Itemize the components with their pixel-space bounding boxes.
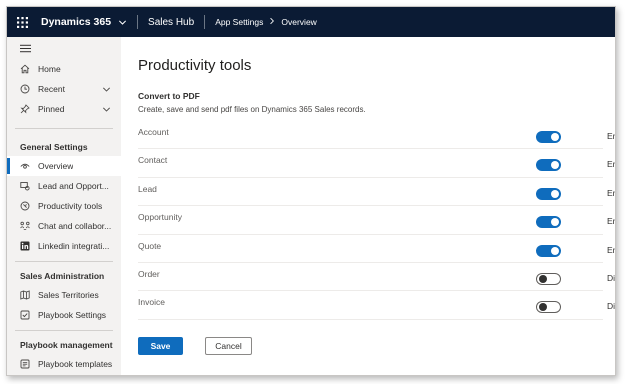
sidebar-item-linkedin[interactable]: Linkedin integrati... xyxy=(7,236,121,256)
section-description: Create, save and send pdf files on Dynam… xyxy=(138,105,366,114)
chevron-down-icon[interactable] xyxy=(102,105,111,116)
toggle-status: Enabled xyxy=(607,159,615,170)
sidebar-item-label: Productivity tools xyxy=(38,201,103,211)
hub-name[interactable]: Sales Hub xyxy=(148,17,194,28)
breadcrumb: App Settings Overview xyxy=(215,17,317,27)
order-toggle[interactable] xyxy=(536,272,561,285)
sidebar-item-label: Playbook templates xyxy=(38,359,113,369)
header-divider xyxy=(204,15,206,29)
account-toggle[interactable] xyxy=(536,131,561,143)
toggle-knob xyxy=(551,133,559,141)
entity-label: Quote xyxy=(138,240,162,251)
home-icon xyxy=(20,64,30,74)
sidebar: Home Recent Pinned General Settings Over… xyxy=(7,37,121,375)
form-actions: Save Cancel xyxy=(138,337,252,355)
sidebar-item-label: Pinned xyxy=(38,104,65,114)
productivity-icon xyxy=(20,201,30,211)
section-title: Convert to PDF xyxy=(138,91,200,101)
opportunity-toggle[interactable] xyxy=(536,216,561,229)
contact-toggle[interactable] xyxy=(536,159,561,172)
sidebar-item-sales-territories[interactable]: Sales Territories xyxy=(7,285,121,305)
breadcrumb-overview: Overview xyxy=(281,17,317,27)
entity-row-order: Order Disabled xyxy=(138,263,615,292)
lead-icon xyxy=(20,181,30,191)
entity-label: Account xyxy=(138,127,169,137)
sidebar-group-sales-administration: Sales Administration xyxy=(20,271,105,281)
toggle-knob xyxy=(551,189,559,198)
cancel-button[interactable]: Cancel xyxy=(205,337,252,355)
toggle-status: Enabled xyxy=(607,216,615,227)
toggle-knob xyxy=(551,246,559,255)
header-divider xyxy=(137,15,139,29)
toggle-status: Enabled xyxy=(607,244,615,255)
sidebar-item-label: Recent xyxy=(38,84,65,94)
toggle-knob xyxy=(551,161,559,170)
sidebar-item-overview[interactable]: Overview xyxy=(7,156,121,176)
breadcrumb-app-settings[interactable]: App Settings xyxy=(215,17,263,27)
toggle-status: Enabled xyxy=(607,187,615,198)
sidebar-item-label: Chat and collabor... xyxy=(38,221,112,231)
hamburger-menu-icon[interactable] xyxy=(7,37,121,59)
entity-row-opportunity: Opportunity Enabled xyxy=(138,206,615,235)
save-button[interactable]: Save xyxy=(138,337,183,355)
entity-label: Invoice xyxy=(138,297,165,308)
sidebar-item-playbook-settings[interactable]: Playbook Settings xyxy=(7,305,121,325)
sidebar-group-playbook-management: Playbook management xyxy=(20,340,113,350)
sidebar-group-general-settings: General Settings xyxy=(20,142,88,152)
collaboration-icon xyxy=(20,221,30,231)
sidebar-item-home[interactable]: Home xyxy=(7,59,121,79)
entity-label: Contact xyxy=(138,155,168,166)
toggle-status: Disabled xyxy=(607,301,616,312)
page-title: Productivity tools xyxy=(138,57,252,74)
entity-row-account: Account Enabled xyxy=(138,121,615,150)
sidebar-item-playbook-templates[interactable]: Playbook templates xyxy=(7,354,121,374)
map-icon xyxy=(20,290,30,300)
breadcrumb-chevron-icon xyxy=(268,17,276,27)
entity-row-quote: Quote Enabled xyxy=(138,235,615,263)
toggle-status: Disabled xyxy=(607,272,616,283)
template-icon xyxy=(20,359,30,369)
sidebar-item-label: Home xyxy=(38,64,61,74)
app-name[interactable]: Dynamics 365 xyxy=(41,16,111,28)
sidebar-divider xyxy=(15,330,113,331)
entity-label: Opportunity xyxy=(138,212,182,223)
quote-toggle[interactable] xyxy=(536,244,561,257)
chevron-down-icon[interactable] xyxy=(102,85,111,96)
sidebar-item-lead-opportunity[interactable]: Lead and Opport... xyxy=(7,176,121,196)
sidebar-divider xyxy=(15,261,113,262)
sidebar-item-label: Lead and Opport... xyxy=(38,181,109,191)
main-content: Productivity tools Convert to PDF Create… xyxy=(121,37,615,375)
linkedin-icon xyxy=(20,241,30,251)
sidebar-item-label: Linkedin integrati... xyxy=(38,241,110,251)
pin-icon xyxy=(20,104,30,114)
app-switcher-chevron-icon[interactable] xyxy=(118,18,127,27)
entity-row-contact: Contact Enabled xyxy=(138,149,615,178)
entity-row-invoice: Invoice Disabled xyxy=(138,291,615,320)
sidebar-item-pinned[interactable]: Pinned xyxy=(7,99,121,119)
toggle-knob xyxy=(551,218,559,227)
sidebar-item-label: Overview xyxy=(38,161,74,171)
app-launcher-icon[interactable] xyxy=(7,7,37,37)
entity-list: Account Enabled Contact Enabled Lead Ena… xyxy=(138,121,615,320)
lead-toggle[interactable] xyxy=(536,187,561,200)
entity-label: Lead xyxy=(138,183,157,194)
toggle-status: Enabled xyxy=(607,131,615,141)
sidebar-item-chat-collaboration[interactable]: Chat and collabor... xyxy=(7,216,121,236)
sidebar-item-label: Sales Territories xyxy=(38,290,99,300)
toggle-knob xyxy=(539,274,547,283)
checkbox-icon xyxy=(20,310,30,320)
toggle-knob xyxy=(539,303,547,312)
eye-icon xyxy=(20,161,30,171)
entity-row-lead: Lead Enabled xyxy=(138,178,615,207)
invoice-toggle[interactable] xyxy=(536,301,561,314)
sidebar-item-recent[interactable]: Recent xyxy=(7,79,121,99)
top-bar: Dynamics 365 Sales Hub App Settings Over… xyxy=(7,7,615,37)
sidebar-item-label: Playbook Settings xyxy=(38,310,107,320)
clock-icon xyxy=(20,84,30,94)
app-window: Dynamics 365 Sales Hub App Settings Over… xyxy=(6,6,616,376)
sidebar-item-productivity-tools[interactable]: Productivity tools xyxy=(7,196,121,216)
entity-label: Order xyxy=(138,268,160,279)
sidebar-divider xyxy=(15,128,113,129)
